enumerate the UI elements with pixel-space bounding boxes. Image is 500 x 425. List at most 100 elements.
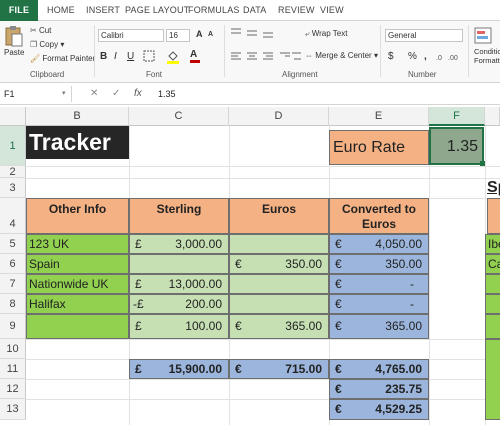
copy-button[interactable]: ❐ Copy ▾ bbox=[30, 40, 64, 49]
enter-icon[interactable]: ✓ bbox=[112, 86, 120, 102]
top-align-button[interactable] bbox=[230, 27, 276, 41]
row-header-6[interactable]: 6 bbox=[0, 254, 26, 274]
row-header-13[interactable]: 13 bbox=[0, 399, 26, 420]
wrap-text-button[interactable]: ⤶ Wrap Text bbox=[305, 29, 347, 39]
row-header-4[interactable]: 4 bbox=[0, 198, 26, 234]
row9-euros[interactable]: €365.00 bbox=[229, 314, 329, 339]
row9-label[interactable] bbox=[26, 314, 129, 339]
row9-converted[interactable]: €365.00 bbox=[329, 314, 429, 339]
cut-button[interactable]: ✂ Cut bbox=[30, 26, 51, 35]
row-header-10[interactable]: 10 bbox=[0, 339, 26, 359]
shrink-font-button[interactable]: A bbox=[208, 31, 213, 38]
row-header-11[interactable]: 11 bbox=[0, 359, 26, 379]
font-name-select[interactable]: Calibri bbox=[98, 29, 164, 42]
column-header-c[interactable]: C bbox=[129, 107, 229, 126]
row6-converted[interactable]: €350.00 bbox=[329, 254, 429, 274]
row12-converted[interactable]: €235.75 bbox=[329, 379, 429, 399]
tab-insert[interactable]: INSERT bbox=[86, 0, 120, 21]
euro-rate-label-cell[interactable]: Euro Rate bbox=[329, 130, 429, 165]
comma-button[interactable]: , bbox=[424, 51, 427, 62]
conditional-formatting-button[interactable]: Conditional Formatting bbox=[474, 27, 500, 65]
row8-converted[interactable]: € - bbox=[329, 294, 429, 314]
format-painter-button[interactable]: 🖌 Format Painter bbox=[30, 54, 95, 63]
fill-color-button[interactable] bbox=[166, 50, 180, 66]
grow-font-button[interactable]: A bbox=[196, 29, 203, 39]
row13-converted[interactable]: €4,529.25 bbox=[329, 399, 429, 420]
total-euros[interactable]: €715.00 bbox=[229, 359, 329, 379]
formula-input[interactable]: 1.35 bbox=[158, 86, 176, 102]
row5-label[interactable]: 123 UK bbox=[26, 234, 129, 254]
currency-button[interactable]: $ bbox=[388, 51, 394, 62]
row7-side[interactable] bbox=[485, 274, 500, 294]
paste-button[interactable]: Paste bbox=[4, 25, 24, 57]
title-cell[interactable]: Tracker bbox=[26, 126, 129, 159]
row-header-7[interactable]: 7 bbox=[0, 274, 26, 294]
side-column-fill[interactable] bbox=[485, 339, 500, 420]
borders-button[interactable] bbox=[143, 50, 155, 64]
row8-label[interactable]: Halifax bbox=[26, 294, 129, 314]
total-sterling[interactable]: £15,900.00 bbox=[129, 359, 229, 379]
row6-label[interactable]: Spain bbox=[26, 254, 129, 274]
column-header-f[interactable]: F bbox=[429, 107, 485, 126]
row-header-12[interactable]: 12 bbox=[0, 379, 26, 399]
merge-center-button[interactable]: ⇔ Merge & Center ▾ bbox=[305, 51, 378, 60]
conditional-formatting-label: Conditional Formatting bbox=[474, 47, 500, 65]
column-header-d[interactable]: D bbox=[229, 107, 329, 126]
tab-formulas[interactable]: FORMULAS bbox=[188, 0, 240, 21]
decimal-buttons[interactable]: .0 .00 bbox=[436, 51, 462, 65]
row6-sterling[interactable] bbox=[129, 254, 229, 274]
italic-button[interactable]: I bbox=[114, 51, 117, 62]
row-header-1[interactable]: 1 bbox=[0, 126, 26, 166]
row6-euros[interactable]: €350.00 bbox=[229, 254, 329, 274]
row5-side[interactable]: Ibe bbox=[485, 234, 500, 254]
row-header-5[interactable]: 5 bbox=[0, 234, 26, 254]
row-header-3[interactable]: 3 bbox=[0, 178, 26, 198]
header-sterling[interactable]: Sterling bbox=[129, 198, 229, 234]
total-converted[interactable]: €4,765.00 bbox=[329, 359, 429, 379]
row-header-9[interactable]: 9 bbox=[0, 314, 26, 339]
side-header-cell[interactable]: Sp bbox=[487, 178, 500, 198]
row-header-2[interactable]: 2 bbox=[0, 166, 26, 178]
merge-icon: ⇔ bbox=[305, 51, 313, 60]
side-header-fill[interactable] bbox=[487, 198, 500, 234]
header-other-info[interactable]: Other Info bbox=[26, 198, 129, 234]
tab-view[interactable]: VIEW bbox=[320, 0, 344, 21]
row-header-8[interactable]: 8 bbox=[0, 294, 26, 314]
row7-converted[interactable]: € - bbox=[329, 274, 429, 294]
horizontal-align-buttons[interactable] bbox=[230, 51, 302, 65]
tab-review[interactable]: REVIEW bbox=[278, 0, 315, 21]
row5-euros[interactable] bbox=[229, 234, 329, 254]
row7-label[interactable]: Nationwide UK bbox=[26, 274, 129, 294]
row7-euros[interactable] bbox=[229, 274, 329, 294]
header-euros[interactable]: Euros bbox=[229, 198, 329, 234]
column-header-b[interactable]: B bbox=[26, 107, 129, 126]
font-color-button[interactable]: A bbox=[190, 49, 200, 63]
tab-page-layout[interactable]: PAGE LAYOUT bbox=[125, 0, 189, 21]
row8-sterling[interactable]: -£ 200.00 bbox=[129, 294, 229, 314]
tab-file[interactable]: FILE bbox=[0, 0, 38, 21]
column-header-e[interactable]: E bbox=[329, 107, 429, 126]
percent-button[interactable]: % bbox=[408, 51, 417, 62]
number-format-select[interactable]: General bbox=[385, 29, 463, 42]
insert-function-icon[interactable]: fx bbox=[134, 86, 142, 102]
row9-sterling[interactable]: £100.00 bbox=[129, 314, 229, 339]
row6-side[interactable]: Cas bbox=[485, 254, 500, 274]
row5-converted[interactable]: €4,050.00 bbox=[329, 234, 429, 254]
fill-handle[interactable] bbox=[480, 161, 485, 166]
euro-rate-value-cell[interactable]: 1.35 bbox=[429, 127, 484, 165]
row8-euros[interactable] bbox=[229, 294, 329, 314]
tab-data[interactable]: DATA bbox=[243, 0, 266, 21]
font-size-select[interactable]: 16 bbox=[166, 29, 190, 42]
tab-home[interactable]: HOME bbox=[47, 0, 75, 21]
underline-button[interactable]: U bbox=[127, 51, 134, 62]
row5-sterling[interactable]: £3,000.00 bbox=[129, 234, 229, 254]
cancel-icon[interactable]: ✕ bbox=[90, 86, 98, 102]
row7-sterling[interactable]: £13,000.00 bbox=[129, 274, 229, 294]
column-header-g[interactable] bbox=[485, 107, 500, 126]
row9-side[interactable] bbox=[485, 314, 500, 339]
name-box-dropdown-icon[interactable]: ▾ bbox=[62, 89, 66, 97]
row8-side[interactable] bbox=[485, 294, 500, 314]
header-converted[interactable]: Converted to Euros bbox=[329, 198, 429, 234]
select-all-corner[interactable] bbox=[0, 107, 26, 126]
bold-button[interactable]: B bbox=[100, 51, 107, 62]
